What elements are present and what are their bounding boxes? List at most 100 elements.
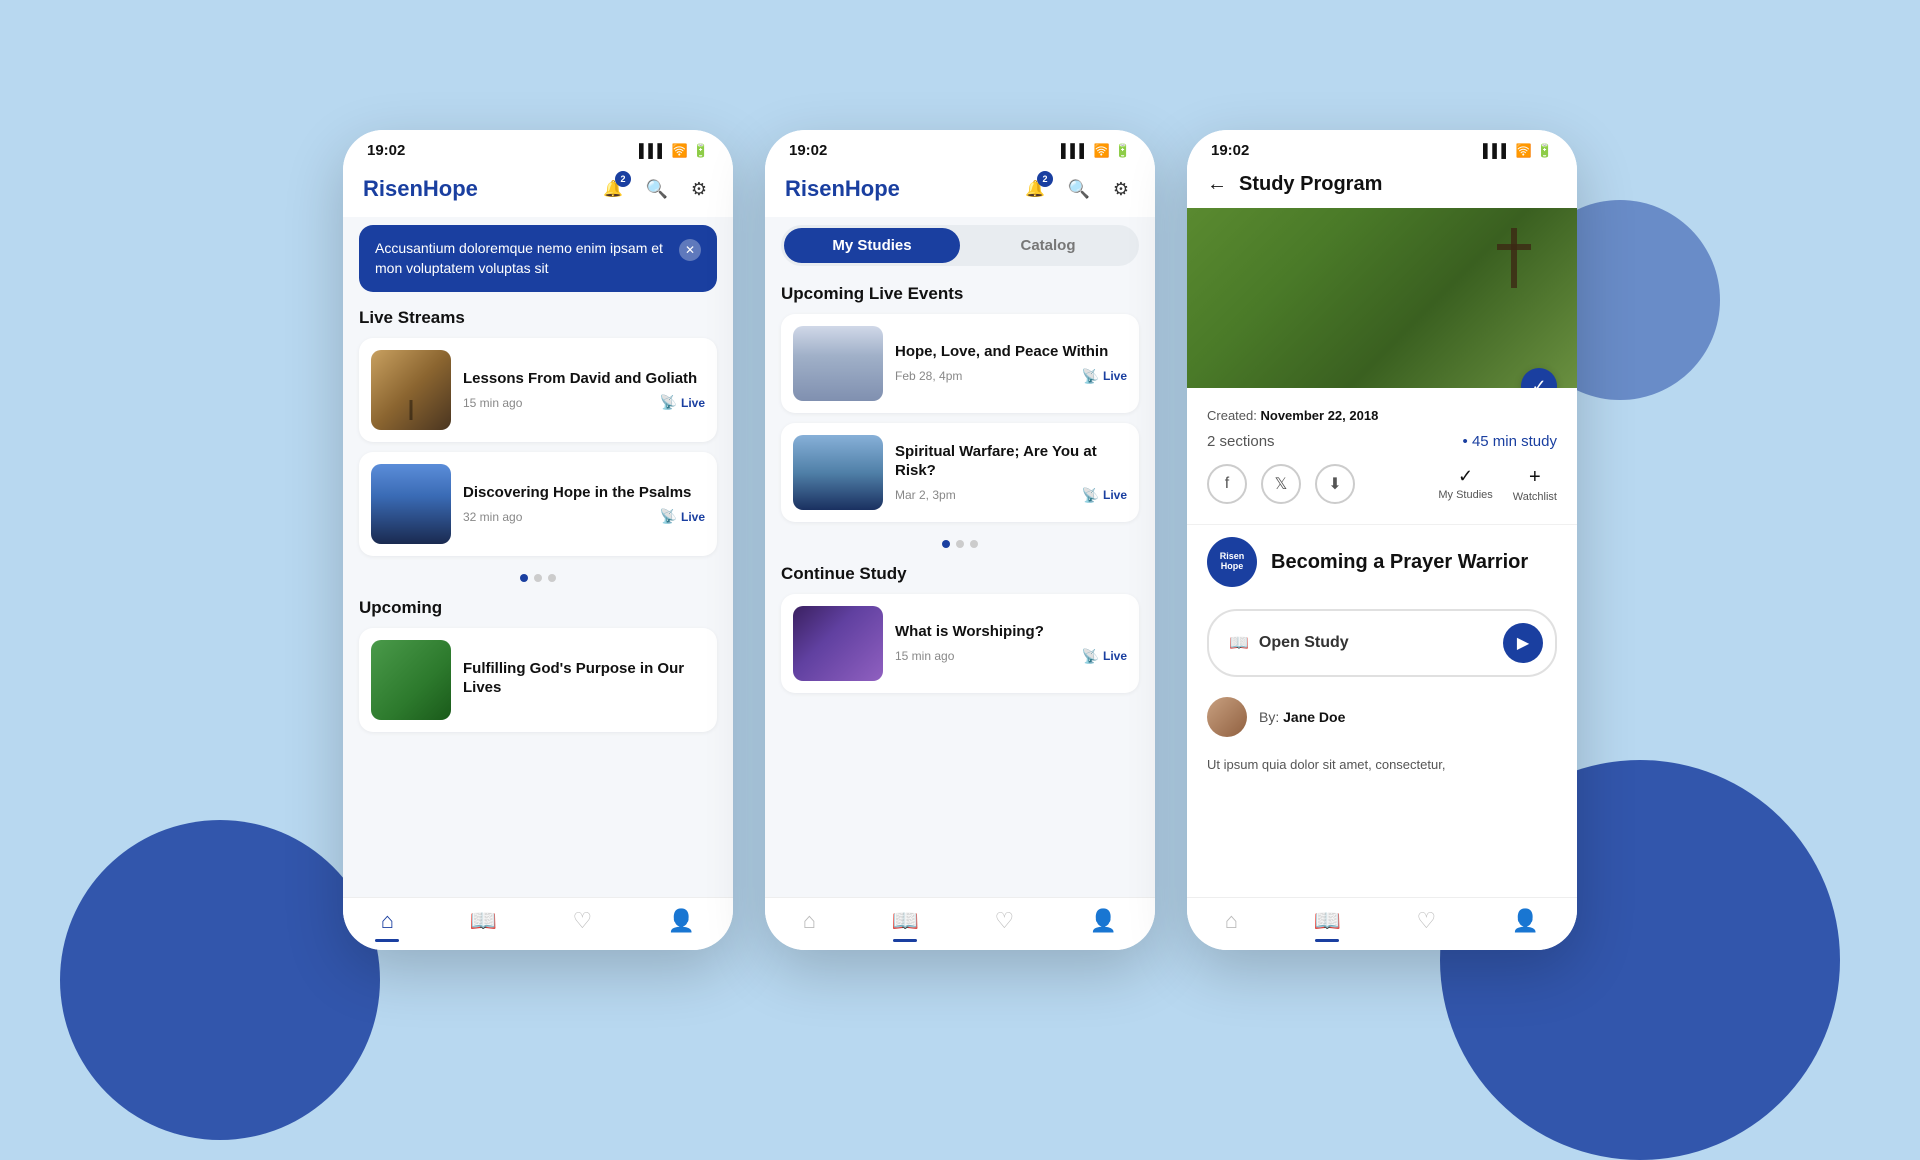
signal-icon-1: ▌▌▌ bbox=[639, 143, 667, 158]
nav-heart-2[interactable]: ♡ bbox=[995, 908, 1015, 934]
continue-card-worship[interactable]: What is Worshiping? 15 min ago 📡 Live bbox=[781, 594, 1139, 693]
live-label-worship: Live bbox=[1103, 649, 1127, 663]
twitter-button[interactable]: 𝕏 bbox=[1261, 464, 1301, 504]
dot-1-active[interactable] bbox=[520, 574, 528, 582]
stream-card-david[interactable]: Lessons From David and Goliath 15 min ag… bbox=[359, 338, 717, 442]
profile-icon-1: 👤 bbox=[668, 908, 695, 934]
stream-title-david: Lessons From David and Goliath bbox=[463, 369, 705, 389]
status-bar-1: 19:02 ▌▌▌ 🛜 🔋 bbox=[343, 130, 733, 165]
study-main-title: Becoming a Prayer Warrior bbox=[1271, 550, 1528, 574]
signal-icon-2: ▌▌▌ bbox=[1061, 143, 1089, 158]
download-button[interactable]: ⬇ bbox=[1315, 464, 1355, 504]
status-bar-2: 19:02 ▌▌▌ 🛜 🔋 bbox=[765, 130, 1155, 165]
upcoming-title-fulfilling: Fulfilling God's Purpose in Our Lives bbox=[463, 659, 705, 698]
nav-profile-1[interactable]: 👤 bbox=[668, 908, 695, 934]
event-title-warfare: Spiritual Warfare; Are You at Risk? bbox=[895, 442, 1127, 481]
app-logo-2: RisenHope bbox=[785, 176, 900, 202]
dot-2-3[interactable] bbox=[970, 540, 978, 548]
hero-image: ✓ bbox=[1187, 208, 1577, 388]
nav-book-2[interactable]: 📖 bbox=[892, 908, 919, 934]
phone3-content: ✓ Created: November 22, 2018 2 sections … bbox=[1187, 208, 1577, 897]
logo-risen-2: Risen bbox=[785, 176, 845, 201]
stream-card-psalms[interactable]: Discovering Hope in the Psalms 32 min ag… bbox=[359, 452, 717, 556]
study-logo: RisenHope bbox=[1207, 537, 1257, 587]
carousel-dots-2 bbox=[765, 532, 1155, 560]
live-icon-david: 📡 bbox=[660, 394, 677, 411]
logo-risen: Risen bbox=[363, 176, 423, 201]
sections-count: 2 sections bbox=[1207, 433, 1275, 450]
live-label-psalms: Live bbox=[681, 510, 705, 524]
search-button-2[interactable]: 🔍 bbox=[1065, 175, 1093, 203]
event-card-hope[interactable]: Hope, Love, and Peace Within Feb 28, 4pm… bbox=[781, 314, 1139, 413]
worship-time: 15 min ago bbox=[895, 649, 954, 663]
dot-2-active[interactable] bbox=[942, 540, 950, 548]
tab-toggle: My Studies Catalog bbox=[781, 225, 1139, 266]
carousel-dots-1 bbox=[343, 566, 733, 594]
stream-time-david: 15 min ago bbox=[463, 396, 522, 410]
battery-icon-3: 🔋 bbox=[1537, 143, 1553, 159]
nav-book-1[interactable]: 📖 bbox=[470, 908, 497, 934]
upcoming-card-fulfilling[interactable]: Fulfilling God's Purpose in Our Lives bbox=[359, 628, 717, 732]
study-time: 45 min study bbox=[1463, 433, 1557, 450]
study-description: Ut ipsum quia dolor sit amet, consectetu… bbox=[1187, 747, 1577, 787]
my-studies-label: My Studies bbox=[1438, 489, 1492, 501]
worship-thumb bbox=[793, 606, 883, 681]
author-row: By: Jane Doe bbox=[1187, 687, 1577, 747]
my-studies-action[interactable]: ✓ My Studies bbox=[1438, 466, 1492, 503]
nav-profile-3[interactable]: 👤 bbox=[1512, 908, 1539, 934]
dot-1-3[interactable] bbox=[548, 574, 556, 582]
event-meta-warfare: Mar 2, 3pm 📡 Live bbox=[895, 487, 1127, 504]
tab-catalog[interactable]: Catalog bbox=[960, 228, 1136, 263]
dot-1-2[interactable] bbox=[534, 574, 542, 582]
created-label: Created: bbox=[1207, 408, 1257, 423]
phone-2: 19:02 ▌▌▌ 🛜 🔋 RisenHope 🔔 2 🔍 ⚙ bbox=[765, 130, 1155, 950]
nav-heart-3[interactable]: ♡ bbox=[1417, 908, 1437, 934]
settings-button-1[interactable]: ⚙ bbox=[685, 175, 713, 203]
watchlist-action[interactable]: + Watchlist bbox=[1513, 466, 1557, 503]
open-study-label: 📖 Open Study bbox=[1229, 633, 1349, 653]
status-icons-1: ▌▌▌ 🛜 🔋 bbox=[639, 143, 709, 159]
time-2: 19:02 bbox=[789, 142, 827, 159]
play-button[interactable]: ▶ bbox=[1503, 623, 1543, 663]
nav-book-3[interactable]: 📖 bbox=[1314, 908, 1341, 934]
phone3-header: ← Study Program bbox=[1187, 165, 1577, 208]
david-image bbox=[371, 350, 451, 430]
nav-home-2[interactable]: ⌂ bbox=[803, 908, 816, 934]
banner-close-button[interactable]: ✕ bbox=[679, 239, 701, 261]
banner-text: Accusantium doloremque nemo enim ipsam e… bbox=[375, 239, 671, 278]
profile-icon-2: 👤 bbox=[1090, 908, 1117, 934]
worship-info: What is Worshiping? 15 min ago 📡 Live bbox=[895, 622, 1127, 665]
nav-home-1[interactable]: ⌂ bbox=[381, 908, 394, 934]
live-streams-title: Live Streams bbox=[343, 304, 733, 338]
event-card-warfare[interactable]: Spiritual Warfare; Are You at Risk? Mar … bbox=[781, 423, 1139, 522]
facebook-button[interactable]: f bbox=[1207, 464, 1247, 504]
stream-meta-psalms: 32 min ago 📡 Live bbox=[463, 508, 705, 525]
fulfilling-image bbox=[371, 640, 451, 720]
worship-image bbox=[793, 606, 883, 681]
worship-title: What is Worshiping? bbox=[895, 622, 1127, 642]
open-study-button[interactable]: 📖 Open Study ▶ bbox=[1207, 609, 1557, 677]
author-name: Jane Doe bbox=[1283, 709, 1345, 725]
nav-home-3[interactable]: ⌂ bbox=[1225, 908, 1238, 934]
tab-my-studies[interactable]: My Studies bbox=[784, 228, 960, 263]
nav-underline-1 bbox=[375, 939, 399, 942]
stream-time-psalms: 32 min ago bbox=[463, 510, 522, 524]
notification-button-1[interactable]: 🔔 2 bbox=[597, 173, 629, 205]
event-thumb-hope bbox=[793, 326, 883, 401]
author-text: By: Jane Doe bbox=[1259, 709, 1345, 725]
nav-profile-2[interactable]: 👤 bbox=[1090, 908, 1117, 934]
dot-2-2[interactable] bbox=[956, 540, 964, 548]
live-label-hope: Live bbox=[1103, 369, 1127, 383]
notification-button-2[interactable]: 🔔 2 bbox=[1019, 173, 1051, 205]
stream-thumb-psalms bbox=[371, 464, 451, 544]
back-button[interactable]: ← bbox=[1207, 173, 1227, 196]
nav-underline-3 bbox=[1315, 939, 1339, 942]
search-button-1[interactable]: 🔍 bbox=[643, 175, 671, 203]
page-title-3: Study Program bbox=[1239, 173, 1382, 196]
author-avatar bbox=[1207, 697, 1247, 737]
time-1: 19:02 bbox=[367, 142, 405, 159]
nav-heart-1[interactable]: ♡ bbox=[573, 908, 593, 934]
app-header-1: RisenHope 🔔 2 🔍 ⚙ bbox=[343, 165, 733, 217]
settings-button-2[interactable]: ⚙ bbox=[1107, 175, 1135, 203]
status-bar-3: 19:02 ▌▌▌ 🛜 🔋 bbox=[1187, 130, 1577, 165]
